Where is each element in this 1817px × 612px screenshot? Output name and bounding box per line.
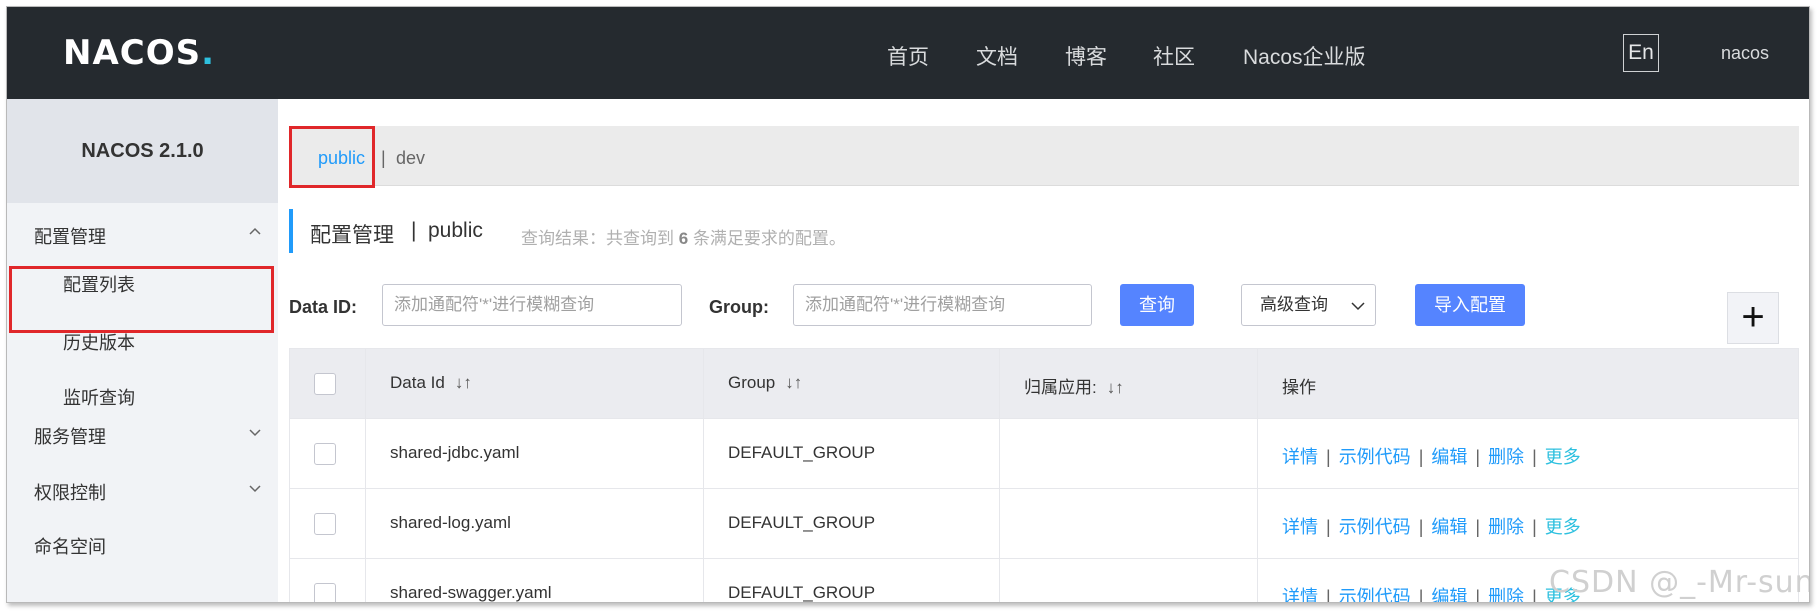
header-checkbox-cell [290, 349, 366, 419]
row-checkbox[interactable] [314, 513, 336, 535]
nav-home[interactable]: 首页 [887, 41, 929, 71]
language-toggle-button[interactable]: En [1623, 34, 1659, 72]
table-header-row: Data Id ↓↑ Group ↓↑ 归属应用: ↓↑ 操作 [290, 349, 1798, 419]
edit-link[interactable]: 编辑 [1431, 447, 1467, 467]
delete-link[interactable]: 删除 [1488, 517, 1524, 537]
sort-icon[interactable]: ↓↑ [1107, 378, 1124, 398]
import-config-button[interactable]: 导入配置 [1415, 284, 1525, 326]
detail-link[interactable]: 详情 [1282, 517, 1318, 537]
sidebar-item-label: 配置列表 [63, 275, 135, 295]
delete-link[interactable]: 删除 [1488, 447, 1524, 467]
sidebar-group-label: 权限控制 [34, 483, 106, 503]
sidebar-group-namespace[interactable]: 命名空间 [7, 523, 278, 563]
sample-code-link[interactable]: 示例代码 [1339, 447, 1411, 467]
page-title: 配置管理 [310, 224, 394, 247]
row-actions: 详情 | 示例代码 | 编辑 | 删除 | 更多 [1282, 517, 1581, 537]
edit-link[interactable]: 编辑 [1431, 587, 1467, 602]
sidebar-item-config-list[interactable]: 配置列表 [7, 253, 278, 311]
nav-blog[interactable]: 博客 [1065, 41, 1107, 71]
sort-icon[interactable]: ↓↑ [455, 373, 472, 393]
delete-link[interactable]: 删除 [1488, 587, 1524, 602]
data-id-cell: shared-jdbc.yaml [390, 443, 520, 462]
query-summary: 查询结果：共查询到 6 条满足要求的配置。 [521, 229, 846, 248]
advanced-query-button[interactable]: 高级查询 [1241, 284, 1376, 326]
advanced-query-label: 高级查询 [1260, 295, 1328, 314]
sample-code-link[interactable]: 示例代码 [1339, 587, 1411, 602]
namespace-dev[interactable]: dev [396, 148, 425, 169]
page-title-bar: 配置管理 | public 查询结果：共查询到 6 条满足要求的配置。 [289, 209, 929, 253]
sidebar-item-label: 监听查询 [63, 388, 135, 408]
sidebar-group-service[interactable]: 服务管理 [7, 413, 278, 453]
app-window: NACOS. 首页 文档 博客 社区 Nacos企业版 En nacos NAC… [6, 6, 1810, 603]
add-config-button[interactable]: + [1727, 292, 1779, 344]
sidebar: NACOS 2.1.0 配置管理 配置列表 历史版本 监听查询 服务管理 权限控… [7, 99, 278, 602]
nacos-logo[interactable]: NACOS. [63, 33, 215, 73]
namespace-public[interactable]: public [318, 148, 365, 169]
table-row: shared-log.yaml DEFAULT_GROUP 详情 | 示例代码 | 编辑… [290, 489, 1798, 559]
namespace-separator: | [381, 148, 386, 168]
sidebar-item-history[interactable]: 历史版本 [7, 311, 278, 369]
nav-docs[interactable]: 文档 [976, 41, 1018, 71]
sample-code-link[interactable]: 示例代码 [1339, 517, 1411, 537]
sort-icon[interactable]: ↓↑ [785, 373, 802, 393]
group-cell: DEFAULT_GROUP [728, 443, 876, 462]
result-count: 6 [678, 229, 689, 248]
row-checkbox[interactable] [314, 583, 336, 602]
sidebar-item-label: 历史版本 [63, 333, 135, 353]
data-id-cell: shared-swagger.yaml [390, 583, 552, 602]
chevron-down-icon [249, 429, 261, 437]
nav-community[interactable]: 社区 [1153, 41, 1195, 71]
chevron-down-icon [249, 485, 261, 493]
table-row: shared-jdbc.yaml DEFAULT_GROUP 详情 | 示例代码 | 编… [290, 419, 1798, 489]
namespace-bar: public | dev [289, 126, 1799, 186]
detail-link[interactable]: 详情 [1282, 447, 1318, 467]
sidebar-group-label: 服务管理 [34, 427, 106, 447]
column-label: Data Id [390, 373, 445, 392]
more-link[interactable]: 更多 [1545, 447, 1581, 467]
detail-link[interactable]: 详情 [1282, 587, 1318, 602]
row-actions: 详情 | 示例代码 | 编辑 | 删除 | 更多 [1282, 447, 1581, 467]
sidebar-group-label: 配置管理 [34, 227, 106, 247]
version-label: NACOS 2.1.0 [7, 99, 278, 203]
sidebar-group-label: 命名空间 [34, 537, 106, 557]
column-label: Group [728, 373, 776, 392]
sidebar-group-config[interactable]: 配置管理 [7, 213, 278, 253]
column-label: 归属应用: [1024, 378, 1097, 397]
header-data-id: Data Id ↓↑ [366, 349, 704, 419]
watermark: CSDN @_-Mr-sun [1549, 565, 1810, 600]
row-actions: 详情 | 示例代码 | 编辑 | 删除 | 更多 [1282, 583, 1581, 602]
chevron-down-icon [1351, 302, 1365, 311]
row-checkbox[interactable] [314, 443, 336, 465]
header-group: Group ↓↑ [704, 349, 1000, 419]
data-id-cell: shared-log.yaml [390, 513, 511, 532]
nav-enterprise[interactable]: Nacos企业版 [1243, 41, 1366, 71]
data-id-input[interactable] [382, 284, 682, 326]
chevron-up-icon [249, 227, 261, 235]
more-link[interactable]: 更多 [1545, 517, 1581, 537]
query-button[interactable]: 查询 [1120, 284, 1194, 326]
select-all-checkbox[interactable] [314, 373, 336, 395]
header-actions: 操作 [1258, 349, 1798, 419]
title-separator: | [411, 219, 417, 242]
group-cell: DEFAULT_GROUP [728, 513, 876, 532]
data-id-label: Data ID: [289, 297, 358, 317]
sidebar-group-auth[interactable]: 权限控制 [7, 469, 278, 509]
edit-link[interactable]: 编辑 [1431, 517, 1467, 537]
group-input[interactable] [793, 284, 1092, 326]
top-header: NACOS. 首页 文档 博客 社区 Nacos企业版 En nacos [7, 7, 1809, 99]
user-name[interactable]: nacos [1721, 43, 1769, 64]
title-namespace: public [428, 219, 483, 242]
header-app: 归属应用: ↓↑ [1000, 349, 1258, 419]
group-cell: DEFAULT_GROUP [728, 583, 876, 602]
group-label: Group: [709, 297, 769, 317]
column-label: 操作 [1282, 378, 1316, 397]
